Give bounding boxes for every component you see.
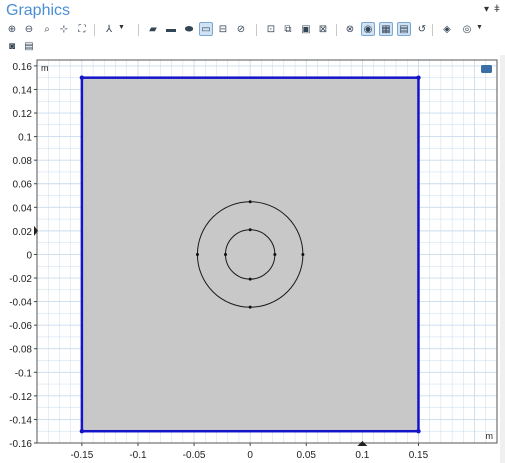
select-all-icon[interactable]: ⊡ <box>264 22 278 36</box>
zoom-box-icon[interactable]: ⌕ <box>40 22 54 36</box>
build-selected-icon[interactable]: ▣ <box>299 22 313 36</box>
x-tick-label: 0.1 <box>355 450 369 461</box>
title-bar: Graphics ▾ ǂ <box>0 0 505 22</box>
panel-edge <box>500 55 505 463</box>
graphics-panel: Graphics ▾ ǂ ⊕ ⊖ ⌕ ⊹ ⛶ ⅄ ▼ ▰ ▬ ⬬ ▭ ⊟ ⊘ ⊡ ⧉ ▣ ⊠ ⊗ ◉ ▦ ▤ ↺ ◈ ◎ ▼ ◙… <box>0 0 505 463</box>
circle-vertex-point <box>273 252 277 256</box>
hide-show-icon[interactable]: ⧉ <box>281 22 295 36</box>
y-tick-label: 0.14 <box>13 85 33 96</box>
select-boundaries-icon[interactable]: ⬬ <box>182 22 196 36</box>
y-tick-label: 0.04 <box>13 203 33 214</box>
circle-vertex-point <box>248 277 252 281</box>
transparency-icon[interactable]: ⊗ <box>343 22 357 36</box>
geometry-plot[interactable]: 0.16 0.14 0.12 0.1 0.08 0.06 0.04 0.02 0 -0.02 -0.… <box>0 55 500 463</box>
toolbar-separator <box>336 24 337 36</box>
toolbar-separator <box>256 24 257 36</box>
dropdown-arrow-icon[interactable]: ▼ <box>118 24 125 31</box>
y-tick-label: -0.04 <box>9 298 32 309</box>
camera-icon[interactable]: ◙ <box>5 39 19 53</box>
square-vertex-point <box>79 75 85 80</box>
x-unit-label: m <box>486 431 494 441</box>
x-tick-label: -0.15 <box>70 450 93 461</box>
dropdown-arrow-icon[interactable]: ▼ <box>476 24 483 31</box>
axis-orientation-icon[interactable]: ⅄ <box>102 22 116 36</box>
zoom-extents-icon[interactable]: ⛶ <box>75 22 89 36</box>
circle-vertex-point <box>301 252 305 256</box>
toolbar-separator <box>432 24 433 36</box>
square-vertex-point <box>416 429 421 434</box>
show-grid-icon[interactable]: ▦ <box>379 22 393 36</box>
select-domains-icon[interactable]: ▬ <box>164 22 178 36</box>
y-unit-label: m <box>41 63 49 73</box>
x-tick-label: 0 <box>247 450 253 461</box>
y-tick-label: -0.06 <box>9 321 32 332</box>
chevron-down-icon[interactable]: ▾ <box>484 4 489 15</box>
pin-icon[interactable]: ǂ <box>494 4 500 15</box>
y-tick-label: -0.08 <box>9 345 32 356</box>
show-labels-icon[interactable]: ▤ <box>397 22 411 36</box>
y-tick-label: -0.12 <box>9 392 32 403</box>
select-none-icon[interactable]: ⊘ <box>234 22 248 36</box>
y-tick-label: 0.02 <box>13 227 33 238</box>
toolbar-separator <box>94 24 95 36</box>
select-edges-icon[interactable]: ▭ <box>199 22 213 36</box>
window-title: Graphics <box>6 2 71 19</box>
y-tick-label: -0.16 <box>9 439 32 450</box>
circle-vertex-point <box>195 252 199 256</box>
y-tick-label: 0.16 <box>13 62 33 73</box>
square-domain[interactable] <box>80 76 420 433</box>
scene-light-icon[interactable]: ◈ <box>440 22 454 36</box>
x-tick-label: 0.05 <box>297 450 317 461</box>
circle-vertex-point <box>248 228 252 232</box>
y-tick-label: -0.02 <box>9 274 32 285</box>
y-tick-label: 0 <box>26 250 32 261</box>
x-tick-label: -0.1 <box>129 450 147 461</box>
print-icon[interactable]: ▤ <box>22 39 36 53</box>
zoom-selected-icon[interactable]: ⊹ <box>57 22 71 36</box>
y-tick-label: -0.1 <box>15 368 33 379</box>
graphics-toolbar-secondary: ◙ ▤ <box>2 38 62 54</box>
select-object-icon[interactable]: ▰ <box>146 22 160 36</box>
zoom-out-icon[interactable]: ⊖ <box>22 22 36 36</box>
y-tick-label: 0.12 <box>13 109 33 120</box>
y-tick-label: 0.08 <box>13 156 33 167</box>
render-mode-icon[interactable]: ◎ <box>460 22 474 36</box>
reset-view-icon[interactable]: ↺ <box>415 22 429 36</box>
circle-vertex-point <box>248 200 252 204</box>
build-all-icon[interactable]: ⊠ <box>316 22 330 36</box>
graphics-toolbar: ⊕ ⊖ ⌕ ⊹ ⛶ ⅄ ▼ ▰ ▬ ⬬ ▭ ⊟ ⊘ ⊡ ⧉ ▣ ⊠ ⊗ ◉ ▦ ▤ ↺ ◈ ◎ ▼ <box>2 21 502 39</box>
toolbar-separator <box>138 24 139 36</box>
select-points-icon[interactable]: ⊟ <box>216 22 230 36</box>
wireframe-rendering-icon[interactable]: ◉ <box>361 22 375 36</box>
square-vertex-point <box>416 75 421 80</box>
y-tick-label: 0.1 <box>18 133 32 144</box>
y-tick-label: 0.06 <box>13 180 33 191</box>
view-triad-icon[interactable] <box>481 65 492 73</box>
x-tick-label: 0.15 <box>409 450 429 461</box>
square-vertex-point <box>79 429 85 434</box>
x-tick-label: -0.05 <box>183 450 206 461</box>
zoom-in-icon[interactable]: ⊕ <box>5 22 19 36</box>
circle-vertex-point <box>248 305 252 309</box>
y-tick-label: -0.14 <box>9 415 32 426</box>
graphics-canvas[interactable]: 0.16 0.14 0.12 0.1 0.08 0.06 0.04 0.02 0 -0.02 -0.… <box>0 55 500 463</box>
circle-vertex-point <box>223 252 227 256</box>
